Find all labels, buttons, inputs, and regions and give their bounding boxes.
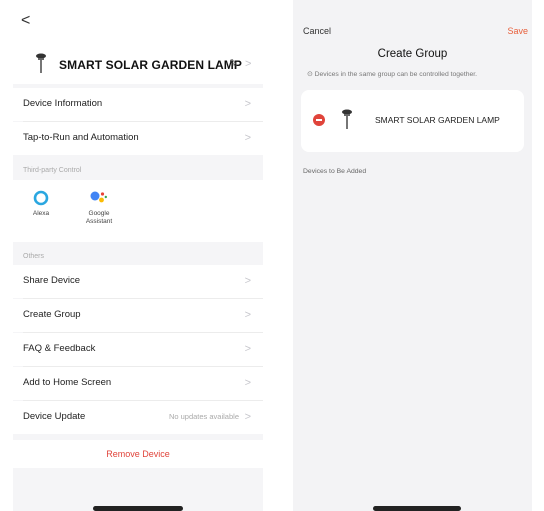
google-assistant-tile[interactable]: Google Assistant <box>77 190 121 226</box>
alexa-icon <box>33 190 49 206</box>
home-indicator <box>93 506 183 511</box>
devices-to-add-title: Devices to Be Added <box>303 168 367 175</box>
row-label: Share Device <box>23 275 81 286</box>
info-icon: ⊙ <box>307 71 313 78</box>
chevron-right-icon: > <box>244 309 251 321</box>
row-label: Tap-to-Run and Automation <box>23 132 139 143</box>
chevron-right-icon: > <box>244 343 251 355</box>
save-button[interactable]: Save <box>507 26 528 36</box>
row-label: FAQ & Feedback <box>23 343 96 354</box>
remove-from-group-icon[interactable] <box>313 114 325 126</box>
chevron-right-icon: > <box>245 58 252 70</box>
row-add-to-home-screen[interactable]: Add to Home Screen > <box>13 367 263 400</box>
third-party-panel: Alexa Google Assistant <box>13 180 263 242</box>
chevron-right-icon: > <box>244 275 251 287</box>
row-faq-feedback[interactable]: FAQ & Feedback > <box>13 333 263 366</box>
row-share-device[interactable]: Share Device > <box>13 265 263 298</box>
create-group-screen: Cancel Save Create Group ⊙ Devices in th… <box>293 0 532 511</box>
cancel-button[interactable]: Cancel <box>303 26 331 36</box>
remove-device-button[interactable]: Remove Device <box>13 440 263 468</box>
device-header: < SMART SOLAR GARDEN LAMP ✎ > <box>13 0 263 84</box>
chevron-right-icon: > <box>244 98 251 110</box>
row-label: Device Information <box>23 98 103 109</box>
group-device-name: SMART SOLAR GARDEN LAMP <box>375 115 500 125</box>
alexa-tile[interactable]: Alexa <box>19 190 63 218</box>
back-icon[interactable]: < <box>21 12 30 30</box>
chevron-right-icon: > <box>244 411 251 423</box>
chevron-right-icon: > <box>244 132 251 144</box>
garden-lamp-icon <box>36 53 46 73</box>
group-device-card: SMART SOLAR GARDEN LAMP <box>301 90 524 152</box>
google-assistant-label: Google Assistant <box>77 210 121 226</box>
chevron-right-icon: > <box>244 377 251 389</box>
hint-text: Devices in the same group can be control… <box>314 71 478 78</box>
google-assistant-icon <box>90 191 107 203</box>
row-label: Add to Home Screen <box>23 377 112 388</box>
others-section-title: Others <box>23 253 45 260</box>
row-device-information[interactable]: Device Information > <box>13 88 263 121</box>
row-create-group[interactable]: Create Group > <box>13 299 263 332</box>
page-title: Create Group <box>377 48 448 60</box>
google-label-line1: Google <box>88 210 110 217</box>
update-status: No updates available <box>168 412 239 421</box>
google-label-line2: Assistant <box>85 218 113 225</box>
row-label: Create Group <box>23 309 81 320</box>
alexa-label: Alexa <box>32 210 50 217</box>
row-tap-to-run[interactable]: Tap-to-Run and Automation > <box>13 122 263 155</box>
group-hint: ⊙ Devices in the same group can be contr… <box>307 70 477 78</box>
device-settings-screen: < SMART SOLAR GARDEN LAMP ✎ > Device Inf… <box>13 0 263 511</box>
garden-lamp-icon <box>342 109 352 129</box>
home-indicator <box>373 506 461 511</box>
edit-pencil-icon[interactable]: ✎ <box>229 57 238 70</box>
row-device-update[interactable]: Device Update No updates available > <box>13 401 263 434</box>
third-party-section-title: Third-party Control <box>23 167 82 174</box>
device-name: SMART SOLAR GARDEN LAMP <box>59 58 242 72</box>
row-label: Device Update <box>23 411 86 422</box>
